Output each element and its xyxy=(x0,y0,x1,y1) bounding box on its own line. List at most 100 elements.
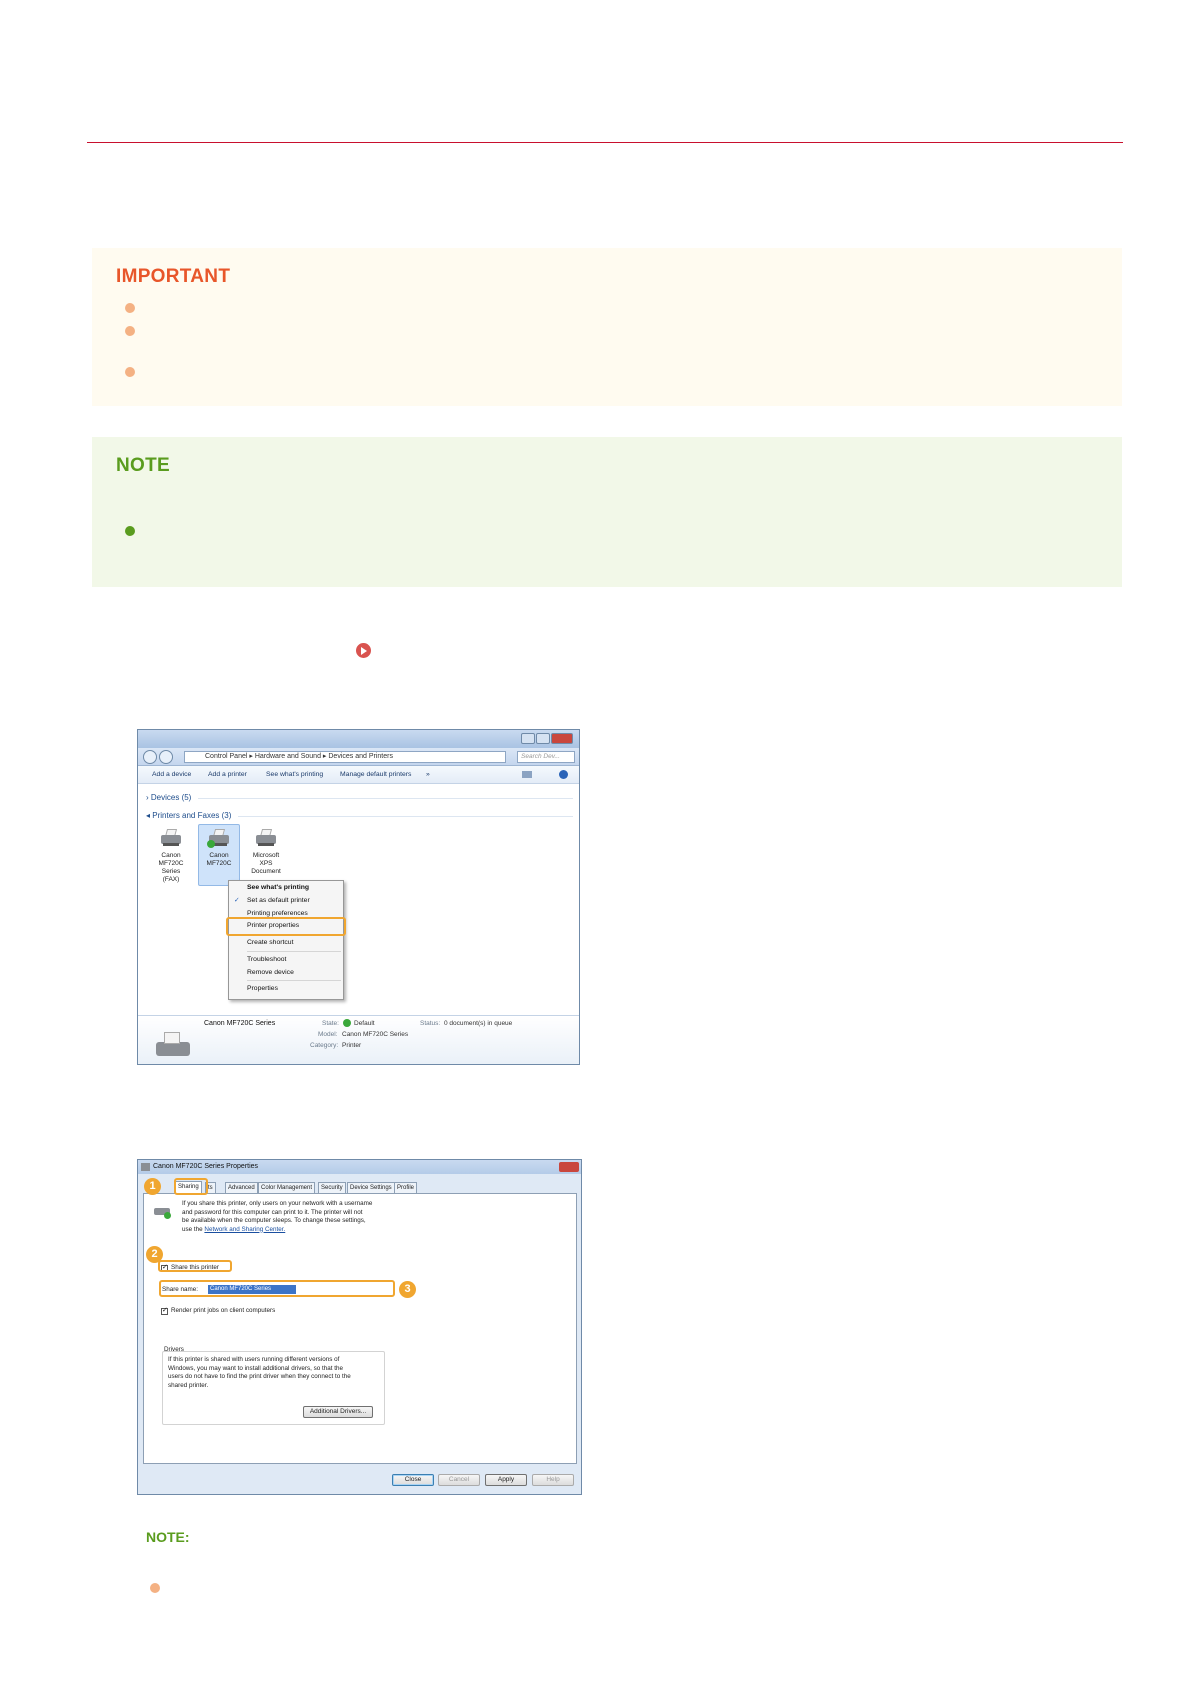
important-bullet xyxy=(125,367,135,377)
apply-button[interactable]: Apply xyxy=(485,1474,527,1486)
menu-item-remove-device[interactable]: Remove device xyxy=(247,969,294,976)
title-divider xyxy=(87,142,1123,143)
render-jobs-label: Render print jobs on client computers xyxy=(171,1307,276,1314)
note-bullet xyxy=(150,1583,160,1593)
search-input[interactable]: Search Dev... xyxy=(517,751,575,763)
close-button[interactable]: Close xyxy=(392,1474,434,1486)
printer-item-fax[interactable]: Canon MF720C Series (FAX) xyxy=(153,828,189,884)
step-badge-3: 3 xyxy=(399,1281,416,1298)
devices-printers-window: Control Panel ▸ Hardware and Sound ▸ Dev… xyxy=(137,729,580,1065)
status-value: 0 document(s) in queue xyxy=(444,1020,513,1027)
view-icon[interactable] xyxy=(522,771,532,778)
add-printer-button[interactable]: Add a printer xyxy=(208,771,247,778)
sharing-info: If you share this printer, only users on… xyxy=(182,1200,372,1234)
highlight-share-name xyxy=(159,1280,395,1297)
close-icon[interactable] xyxy=(551,733,573,744)
menu-separator xyxy=(247,951,341,952)
address-bar: Control Panel ▸ Hardware and Sound ▸ Dev… xyxy=(138,748,579,766)
info-line: use the Network and Sharing Center. xyxy=(182,1226,372,1235)
menu-item-see-printing[interactable]: See what's printing xyxy=(247,884,309,891)
default-check-icon xyxy=(343,1019,351,1027)
drivers-line: shared printer. xyxy=(168,1381,209,1389)
more-chevron-icon[interactable]: » xyxy=(426,771,430,778)
printer-label: Document xyxy=(251,868,281,875)
important-bullet xyxy=(125,303,135,313)
sharing-panel: If you share this printer, only users on… xyxy=(143,1193,577,1464)
drivers-group: If this printer is shared with users run… xyxy=(162,1351,385,1425)
default-check-icon xyxy=(207,840,215,848)
printer-label: Canon xyxy=(161,852,181,859)
highlight-printer-properties xyxy=(226,917,346,936)
drivers-text: If this printer is shared with users run… xyxy=(168,1356,351,1390)
shared-printer-icon xyxy=(154,1204,172,1219)
additional-drivers-button[interactable]: Additional Drivers... xyxy=(303,1406,373,1418)
highlight-share-checkbox xyxy=(158,1260,232,1272)
status-label: Status: xyxy=(420,1020,441,1027)
menu-separator xyxy=(247,980,341,981)
info-line: If you share this printer, only users on… xyxy=(182,1200,373,1207)
cancel-button[interactable]: Cancel xyxy=(438,1474,480,1486)
back-icon[interactable] xyxy=(143,750,157,764)
step-badge-1: 1 xyxy=(144,1178,161,1195)
note-label: NOTE: xyxy=(146,1529,190,1545)
printer-icon xyxy=(207,828,231,848)
dialog-titlebar: Canon MF720C Series Properties xyxy=(138,1160,581,1174)
link-arrow-icon[interactable] xyxy=(356,643,371,658)
tab-color-management[interactable]: Color Management xyxy=(258,1182,316,1193)
important-heading: IMPORTANT xyxy=(116,266,231,287)
menu-item-troubleshoot[interactable]: Troubleshoot xyxy=(247,956,286,963)
step-badge-2: 2 xyxy=(146,1246,163,1263)
info-line: and password for this computer can print… xyxy=(182,1208,363,1216)
info-line: be available when the computer sleeps. T… xyxy=(182,1217,366,1224)
printer-item-canon[interactable]: Canon MF720C xyxy=(201,828,237,868)
state-value: Default xyxy=(354,1020,375,1027)
menu-item-set-default[interactable]: Set as default printer xyxy=(247,897,310,904)
menu-item-create-shortcut[interactable]: Create shortcut xyxy=(247,939,293,946)
tree-printers[interactable]: ◂ Printers and Faxes (3) xyxy=(146,811,231,820)
tab-advanced[interactable]: Advanced xyxy=(225,1182,258,1193)
printer-label: XPS xyxy=(259,860,273,867)
divider xyxy=(198,798,573,799)
model-value: Canon MF720C Series xyxy=(342,1031,409,1038)
tab-device-settings[interactable]: Device Settings xyxy=(347,1182,395,1193)
forward-icon[interactable] xyxy=(159,750,173,764)
manage-default-printers-button[interactable]: Manage default printers xyxy=(340,771,411,778)
maximize-icon[interactable] xyxy=(536,733,550,744)
printer-icon xyxy=(254,828,278,848)
drivers-line: Windows, you may want to install additio… xyxy=(168,1364,343,1372)
close-icon[interactable] xyxy=(559,1162,579,1172)
highlight-sharing-tab xyxy=(174,1178,208,1195)
tree-devices-label: Devices (5) xyxy=(150,793,192,802)
printer-label: MF720C xyxy=(158,860,184,867)
tree-devices[interactable]: › Devices (5) xyxy=(146,793,191,802)
tab-security[interactable]: Security xyxy=(318,1182,346,1193)
important-bullet xyxy=(125,326,135,336)
printer-item-xps[interactable]: Microsoft XPS Document xyxy=(248,828,284,876)
minimize-icon[interactable] xyxy=(521,733,535,744)
details-pane: Canon MF720C Series State: Default Statu… xyxy=(138,1015,579,1064)
context-menu: See what's printing ✓ Set as default pri… xyxy=(228,880,344,1000)
add-device-button[interactable]: Add a device xyxy=(152,771,191,778)
important-box: IMPORTANT xyxy=(92,248,1122,406)
info-text: use the xyxy=(182,1225,205,1233)
check-icon: ✓ xyxy=(234,897,240,904)
printer-icon xyxy=(141,1163,150,1171)
render-jobs-checkbox[interactable] xyxy=(161,1306,168,1315)
model-label: Model: xyxy=(318,1031,338,1038)
menu-item-printing-preferences[interactable]: Printing preferences xyxy=(247,910,308,917)
help-icon[interactable] xyxy=(559,770,568,779)
tab-profile[interactable]: Profile xyxy=(394,1182,418,1193)
printer-icon xyxy=(159,828,183,848)
note-heading: NOTE xyxy=(116,455,170,476)
network-sharing-link[interactable]: Network and Sharing Center. xyxy=(204,1226,285,1233)
menu-item-properties[interactable]: Properties xyxy=(247,985,278,992)
divider xyxy=(238,816,573,817)
help-button[interactable]: Help xyxy=(532,1474,574,1486)
see-printing-button[interactable]: See what's printing xyxy=(266,771,323,778)
printer-properties-dialog: Canon MF720C Series Properties Sharing t… xyxy=(137,1159,582,1495)
printer-label: Microsoft xyxy=(252,852,280,859)
breadcrumb[interactable]: Control Panel ▸ Hardware and Sound ▸ Dev… xyxy=(184,751,506,763)
dialog-title: Canon MF720C Series Properties xyxy=(153,1163,259,1170)
category-label: Category: xyxy=(310,1042,339,1049)
tree-printers-label: Printers and Faxes (3) xyxy=(152,811,232,820)
